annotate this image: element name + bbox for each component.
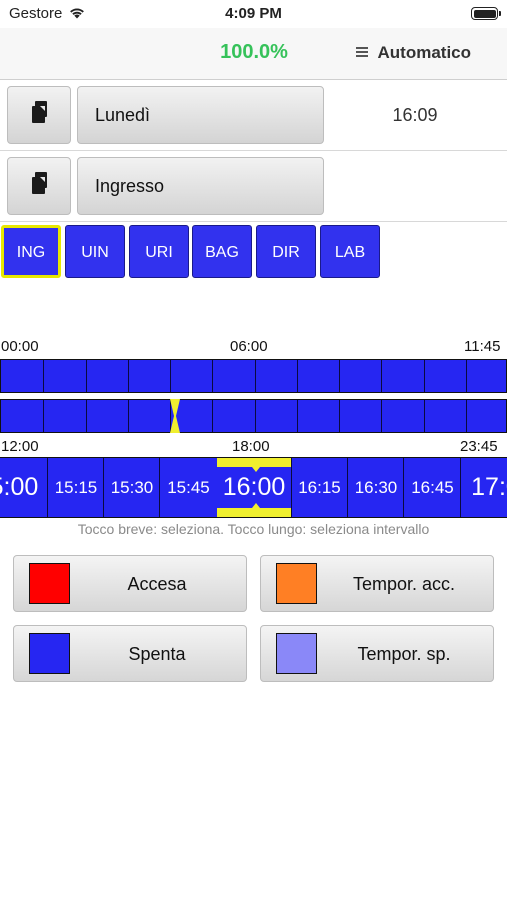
selection-top-bar: [217, 458, 291, 467]
timeline-end-label: 11:45: [464, 338, 501, 355]
timeline-segment-divider: [254, 400, 256, 432]
timeline-segment-divider: [465, 400, 467, 432]
day-label: Lunedì: [95, 105, 151, 125]
timeline-segment-divider: [85, 360, 87, 392]
time-slot[interactable]: 15:45: [159, 458, 217, 517]
timeline-segment-divider: [212, 400, 214, 432]
room-row: Ingresso: [0, 151, 507, 222]
timeline-segment-divider: [339, 400, 340, 432]
timeline-segment-divider: [212, 360, 214, 392]
room-select-button[interactable]: Ingresso: [77, 157, 324, 215]
clock: 4:09 PM: [225, 5, 282, 22]
time-slot[interactable]: 16:15: [291, 458, 347, 517]
timeline-segment-divider: [465, 360, 467, 392]
time-slot[interactable]: 15:30: [103, 458, 160, 517]
timeline-segment-divider: [43, 400, 45, 432]
time-slot-strip[interactable]: 5:00 15:15 15:30 15:45 16:00 16:15 16:30…: [0, 457, 507, 518]
header-bar: 100.0% Automatico: [0, 28, 507, 80]
color-swatch: [276, 563, 317, 604]
legend-label: Spenta: [128, 644, 186, 664]
battery-icon: [471, 7, 501, 20]
legend-button-tempor-sp[interactable]: Tempor. sp.: [260, 625, 494, 682]
timeline-segment-divider: [296, 400, 298, 432]
timeline-segment-divider: [127, 360, 129, 392]
selection-caret-icon: [252, 467, 260, 472]
timeline-segment-divider: [85, 400, 87, 432]
selection-bottom-bar: [217, 508, 291, 517]
copy-document-icon: [32, 101, 47, 123]
timeline-segment-divider: [423, 400, 425, 432]
timeline-mid-label: 06:00: [230, 338, 268, 355]
zone-tab-uin[interactable]: UIN: [65, 225, 125, 278]
zone-tab-bag[interactable]: BAG: [192, 225, 252, 278]
legend-button-tempor-acc[interactable]: Tempor. acc.: [260, 555, 494, 612]
room-label: Ingresso: [95, 176, 165, 196]
timeline-pm-mid-label: 18:00: [232, 438, 270, 455]
zone-tab-dir[interactable]: DIR: [256, 225, 316, 278]
timeline-segment-divider: [43, 360, 45, 392]
timeline-bar-morning[interactable]: [0, 359, 507, 393]
time-slot[interactable]: 5:00: [0, 458, 48, 517]
timeline-pm-end-label: 23:45: [460, 438, 498, 455]
timeline-segment-divider: [296, 360, 298, 392]
zone-tab-lab[interactable]: LAB: [320, 225, 380, 278]
legend-label: Tempor. acc.: [352, 574, 456, 594]
time-slot[interactable]: 17:0: [460, 458, 507, 517]
color-swatch: [29, 633, 70, 674]
timeline-segment-divider: [339, 360, 340, 392]
menu-icon[interactable]: [356, 47, 368, 59]
timeline-segment-divider: [381, 360, 383, 392]
legend-label: Accesa: [127, 574, 187, 594]
time-slot[interactable]: 16:45: [403, 458, 461, 517]
timeline-segment-divider: [381, 400, 383, 432]
day-copy-button[interactable]: [7, 86, 71, 144]
status-bar: Gestore 4:09 PM: [0, 0, 507, 28]
copy-document-icon: [32, 172, 47, 194]
current-time-label: 16:09: [392, 105, 438, 125]
timeline-segment-divider: [127, 400, 129, 432]
percentage-label: 100.0%: [220, 41, 288, 63]
time-slot[interactable]: 16:30: [347, 458, 404, 517]
zone-tab-ing[interactable]: ING: [1, 225, 61, 278]
legend-label: Tempor. sp.: [357, 644, 451, 664]
timeline-segment-divider: [423, 360, 425, 392]
timeline-segment-divider: [170, 360, 171, 392]
day-select-button[interactable]: Lunedì: [77, 86, 324, 144]
current-time-marker: [169, 398, 181, 434]
timeline-pm-start-label: 12:00: [1, 438, 39, 455]
usage-hint: Tocco breve: seleziona. Tocco lungo: sel…: [77, 521, 430, 537]
time-slot[interactable]: 15:15: [47, 458, 104, 517]
timeline-segment-divider: [254, 360, 256, 392]
zone-tab-uri[interactable]: URI: [129, 225, 189, 278]
mode-button[interactable]: Automatico: [378, 43, 472, 63]
color-swatch: [276, 633, 317, 674]
color-swatch: [29, 563, 70, 604]
legend-button-spenta[interactable]: Spenta: [13, 625, 247, 682]
timeline-start-label: 00:00: [1, 338, 39, 355]
room-copy-button[interactable]: [7, 157, 71, 215]
timeline-bar-afternoon[interactable]: [0, 399, 507, 433]
legend-button-accesa[interactable]: Accesa: [13, 555, 247, 612]
selection-caret-icon: [252, 503, 260, 508]
